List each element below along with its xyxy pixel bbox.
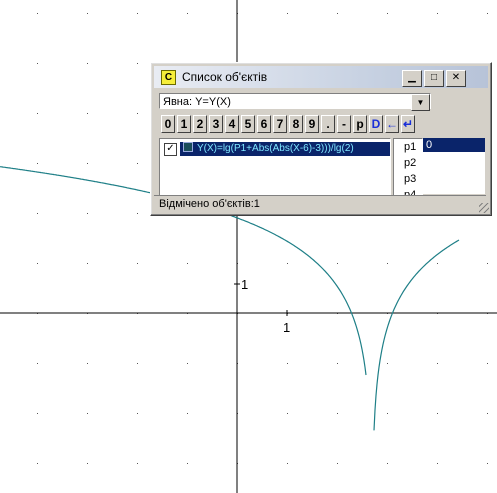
key-7[interactable]: 7 (273, 115, 287, 133)
grid-dot (337, 463, 338, 464)
grid-dot (487, 413, 488, 414)
grid-dot (187, 13, 188, 14)
grid-dot (387, 413, 388, 414)
object-checkbox[interactable]: ✓ (164, 143, 177, 156)
function-curve-right (373, 239, 460, 431)
grid-dot (387, 263, 388, 264)
grid-dot (87, 413, 88, 414)
grid-dot (87, 163, 88, 164)
grid-dot (337, 413, 338, 414)
minimize-button[interactable]: ▁ (402, 70, 422, 87)
grid-dot (87, 263, 88, 264)
formula-text: Y(X)=lg(P1+Abs(Abs(X-6)-3)))/lg(2) (197, 143, 354, 154)
param-value-list[interactable]: 0 (423, 138, 485, 194)
grid-dot (187, 413, 188, 414)
param-item[interactable]: p1 (394, 139, 422, 155)
object-formula[interactable]: Y(X)=lg(P1+Abs(Abs(X-6)-3)))/lg(2) (180, 142, 390, 156)
key-p[interactable]: p (353, 115, 367, 133)
grid-dot (437, 463, 438, 464)
grid-dot (487, 13, 488, 14)
grid-dot (87, 13, 88, 14)
grid-dot (337, 363, 338, 364)
grid-dot (337, 13, 338, 14)
grid-dot (37, 463, 38, 464)
grid-dot (137, 63, 138, 64)
grid-dot (137, 163, 138, 164)
grid-dot (137, 463, 138, 464)
grid-dot (437, 263, 438, 264)
grid-dot (387, 463, 388, 464)
grid-dot (37, 413, 38, 414)
title-bar[interactable]: C Список об'єктів ▁ □ ✕ (154, 66, 488, 88)
grid-dot (37, 163, 38, 164)
grid-dot (437, 363, 438, 364)
grid-dot (387, 363, 388, 364)
key-dot[interactable]: . (321, 115, 335, 133)
grid-dot (137, 13, 138, 14)
color-swatch-icon (183, 142, 193, 152)
objects-list[interactable]: ✓ Y(X)=lg(P1+Abs(Abs(X-6)-3)))/lg(2) (159, 138, 391, 196)
enter-icon[interactable]: ↵ (401, 115, 415, 133)
grid-dot (487, 463, 488, 464)
grid-dot (37, 213, 38, 214)
param-value[interactable]: 0 (423, 138, 485, 152)
function-type-select[interactable]: Явна: Y=Y(X) (159, 93, 431, 109)
resize-grip-icon[interactable] (479, 203, 489, 213)
grid-dot (137, 413, 138, 414)
grid-dot (287, 413, 288, 414)
maximize-button[interactable]: □ (424, 70, 444, 87)
key-9[interactable]: 9 (305, 115, 319, 133)
params-list[interactable]: p1 p2 p3 p4 (393, 138, 423, 196)
grid-dot (137, 363, 138, 364)
grid-dot (287, 263, 288, 264)
chevron-down-icon[interactable]: ▼ (411, 94, 430, 111)
status-bar: Відмічено об'єктів:1 (154, 195, 486, 211)
grid-dot (437, 413, 438, 414)
y-tick-label: 1 (241, 277, 248, 292)
grid-dot (187, 263, 188, 264)
keypad: 0 1 2 3 4 5 6 7 8 9 . - p D ← ↵ (161, 115, 417, 133)
backspace-icon[interactable]: ← (385, 115, 399, 133)
grid-dot (287, 463, 288, 464)
objects-list-window[interactable]: C Список об'єктів ▁ □ ✕ Явна: Y=Y(X) ▼ 0… (150, 62, 492, 216)
key-8[interactable]: 8 (289, 115, 303, 133)
grid-dot (37, 13, 38, 14)
grid-dot (87, 363, 88, 364)
key-minus[interactable]: - (337, 115, 351, 133)
grid-dot (137, 263, 138, 264)
grid-dot (137, 213, 138, 214)
grid-dot (37, 363, 38, 364)
key-d[interactable]: D (369, 115, 383, 133)
grid-dot (487, 263, 488, 264)
grid-dot (137, 113, 138, 114)
grid-dot (87, 63, 88, 64)
grid-dot (187, 463, 188, 464)
key-5[interactable]: 5 (241, 115, 255, 133)
key-6[interactable]: 6 (257, 115, 271, 133)
key-2[interactable]: 2 (193, 115, 207, 133)
param-item[interactable]: p2 (394, 155, 422, 171)
key-1[interactable]: 1 (177, 115, 191, 133)
grid-dot (387, 13, 388, 14)
grid-dot (487, 363, 488, 364)
window-title: Список об'єктів (182, 70, 268, 84)
grid-dot (437, 13, 438, 14)
key-4[interactable]: 4 (225, 115, 239, 133)
close-button[interactable]: ✕ (446, 70, 466, 87)
grid-dot (87, 113, 88, 114)
key-0[interactable]: 0 (161, 115, 175, 133)
param-item[interactable]: p3 (394, 171, 422, 187)
grid-dot (337, 263, 338, 264)
grid-dot (37, 113, 38, 114)
grid-dot (187, 363, 188, 364)
grid-dot (287, 363, 288, 364)
grid-dot (87, 213, 88, 214)
key-3[interactable]: 3 (209, 115, 223, 133)
grid-dot (37, 63, 38, 64)
grid-dot (87, 463, 88, 464)
x-tick-label: 1 (283, 320, 290, 335)
grid-dot (287, 13, 288, 14)
grid-dot (37, 263, 38, 264)
app-icon: C (161, 70, 176, 85)
